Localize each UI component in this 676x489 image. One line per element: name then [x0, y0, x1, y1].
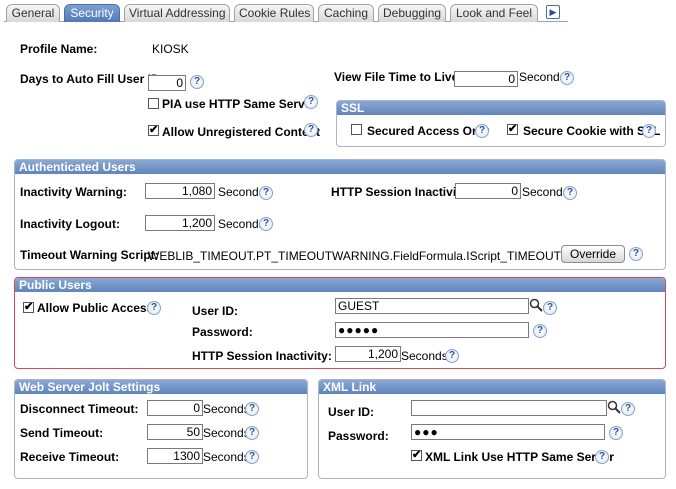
- xml-link-group: XML Link User ID: ? Password: ●●● ? ✔ XM…: [318, 379, 666, 479]
- public-http-session-label: HTTP Session Inactivity:: [192, 349, 332, 363]
- tab-virtual-addressing[interactable]: Virtual Addressing: [124, 4, 230, 22]
- public-user-id-input[interactable]: GUEST: [335, 298, 529, 314]
- send-timeout-unit: Seconds: [203, 426, 250, 440]
- http-session-inactivity-help-icon[interactable]: ?: [563, 186, 577, 200]
- profile-name-value: KIOSK: [152, 42, 189, 56]
- inactivity-warning-help-icon[interactable]: ?: [259, 186, 273, 200]
- inactivity-logout-input[interactable]: 1,200: [145, 215, 215, 231]
- secured-access-checkbox[interactable]: [351, 124, 362, 135]
- tab-caching[interactable]: Caching: [318, 4, 374, 22]
- public-password-help-icon[interactable]: ?: [533, 324, 547, 338]
- xml-same-server-help-icon[interactable]: ?: [595, 450, 609, 464]
- http-session-inactivity-label: HTTP Session Inactivity:: [331, 185, 471, 199]
- send-timeout-label: Send Timeout:: [20, 426, 104, 440]
- send-timeout-help-icon[interactable]: ?: [245, 426, 259, 440]
- receive-timeout-help-icon[interactable]: ?: [245, 450, 259, 464]
- xml-same-server-label: XML Link Use HTTP Same Server: [425, 450, 614, 464]
- receive-timeout-unit: Seconds: [203, 450, 250, 464]
- xml-password-label: Password:: [328, 429, 389, 443]
- http-session-inactivity-unit: Seconds: [522, 185, 569, 199]
- timeout-script-value: WEBLIB_TIMEOUT.PT_TIMEOUTWARNING.FieldFo…: [148, 249, 619, 263]
- disconnect-timeout-input[interactable]: 0: [147, 400, 203, 416]
- public-user-id-label: User ID:: [192, 304, 239, 318]
- public-password-input[interactable]: ●●●●●: [335, 322, 529, 338]
- authenticated-users-group: Authenticated Users Inactivity Warning: …: [14, 159, 666, 270]
- xml-user-id-help-icon[interactable]: ?: [621, 402, 635, 416]
- jolt-settings-title: Web Server Jolt Settings: [15, 380, 307, 394]
- inactivity-warning-input[interactable]: 1,080: [145, 183, 215, 199]
- xml-same-server-checkbox[interactable]: ✔: [411, 450, 422, 461]
- public-users-title: Public Users: [15, 278, 665, 292]
- xml-password-input[interactable]: ●●●: [411, 424, 605, 440]
- xml-link-title: XML Link: [319, 380, 665, 394]
- allow-unregistered-help-icon[interactable]: ?: [304, 123, 318, 137]
- tab-security[interactable]: Security: [64, 4, 120, 22]
- view-file-time-help-icon[interactable]: ?: [560, 71, 574, 85]
- disconnect-timeout-label: Disconnect Timeout:: [20, 402, 139, 416]
- allow-public-access-label: Allow Public Access: [37, 301, 154, 315]
- override-button[interactable]: Override: [561, 245, 625, 263]
- authenticated-users-title: Authenticated Users: [15, 160, 665, 174]
- public-user-id-search-icon[interactable]: [529, 298, 543, 312]
- days-auto-fill-help-icon[interactable]: ?: [190, 75, 204, 89]
- jolt-settings-group: Web Server Jolt Settings Disconnect Time…: [14, 379, 308, 479]
- tab-debugging[interactable]: Debugging: [378, 4, 446, 22]
- profile-name-label: Profile Name:: [20, 42, 98, 56]
- days-auto-fill-label: Days to Auto Fill User ID:: [20, 72, 164, 86]
- secured-access-label: Secured Access Only: [367, 124, 490, 138]
- allow-public-access-checkbox[interactable]: ✔: [23, 302, 34, 313]
- public-http-session-help-icon[interactable]: ?: [445, 349, 459, 363]
- xml-user-id-input[interactable]: [411, 400, 607, 416]
- inactivity-warning-unit: Seconds: [218, 185, 265, 199]
- public-users-group: Public Users ✔ Allow Public Access ? Use…: [14, 277, 666, 369]
- inactivity-warning-label: Inactivity Warning:: [20, 185, 127, 199]
- secure-cookie-checkbox[interactable]: ✔: [507, 124, 518, 135]
- secured-access-help-icon[interactable]: ?: [475, 124, 489, 138]
- tab-general[interactable]: General: [6, 4, 60, 22]
- public-http-session-unit: Seconds: [401, 349, 448, 363]
- secure-cookie-label: Secure Cookie with SSL: [523, 124, 661, 138]
- send-timeout-input[interactable]: 50: [147, 424, 203, 440]
- xml-user-id-search-icon[interactable]: [607, 400, 621, 414]
- inactivity-logout-unit: Seconds: [218, 217, 265, 231]
- inactivity-logout-help-icon[interactable]: ?: [259, 217, 273, 231]
- tab-cookie-rules[interactable]: Cookie Rules: [234, 4, 314, 22]
- allow-public-access-help-icon[interactable]: ?: [147, 301, 161, 315]
- receive-timeout-label: Receive Timeout:: [20, 450, 120, 464]
- pia-same-server-label: PIA use HTTP Same Server: [162, 97, 317, 111]
- ssl-group-title: SSL: [337, 101, 665, 115]
- allow-unregistered-label: Allow Unregistered Content: [162, 125, 321, 139]
- inactivity-logout-label: Inactivity Logout:: [20, 217, 120, 231]
- view-file-time-label: View File Time to Live:: [334, 70, 463, 84]
- disconnect-timeout-unit: Seconds: [203, 402, 250, 416]
- view-file-time-unit: Seconds: [519, 70, 566, 84]
- timeout-script-label: Timeout Warning Script:: [20, 248, 159, 262]
- secure-cookie-help-icon[interactable]: ?: [642, 124, 656, 138]
- xml-password-help-icon[interactable]: ?: [609, 426, 623, 440]
- xml-user-id-label: User ID:: [328, 405, 375, 419]
- view-file-time-input[interactable]: 0: [454, 71, 518, 87]
- ssl-group: SSL Secured Access Only ? ✔ Secure Cooki…: [336, 100, 666, 147]
- pia-same-server-checkbox[interactable]: [148, 98, 159, 109]
- receive-timeout-input[interactable]: 1300: [147, 448, 203, 464]
- tab-bar: General Security Virtual Addressing Cook…: [4, 4, 568, 22]
- tab-look-and-feel[interactable]: Look and Feel: [450, 4, 538, 22]
- timeout-script-help-icon[interactable]: ?: [629, 247, 643, 261]
- tab-scroll-right-icon[interactable]: ▶: [546, 5, 560, 19]
- public-http-session-input[interactable]: 1,200: [335, 346, 401, 362]
- pia-same-server-help-icon[interactable]: ?: [304, 95, 318, 109]
- disconnect-timeout-help-icon[interactable]: ?: [245, 402, 259, 416]
- http-session-inactivity-input[interactable]: 0: [455, 183, 521, 199]
- allow-unregistered-checkbox[interactable]: ✔: [148, 125, 159, 136]
- public-password-label: Password:: [192, 325, 253, 339]
- public-user-id-help-icon[interactable]: ?: [543, 301, 557, 315]
- days-auto-fill-input[interactable]: 0: [148, 75, 186, 91]
